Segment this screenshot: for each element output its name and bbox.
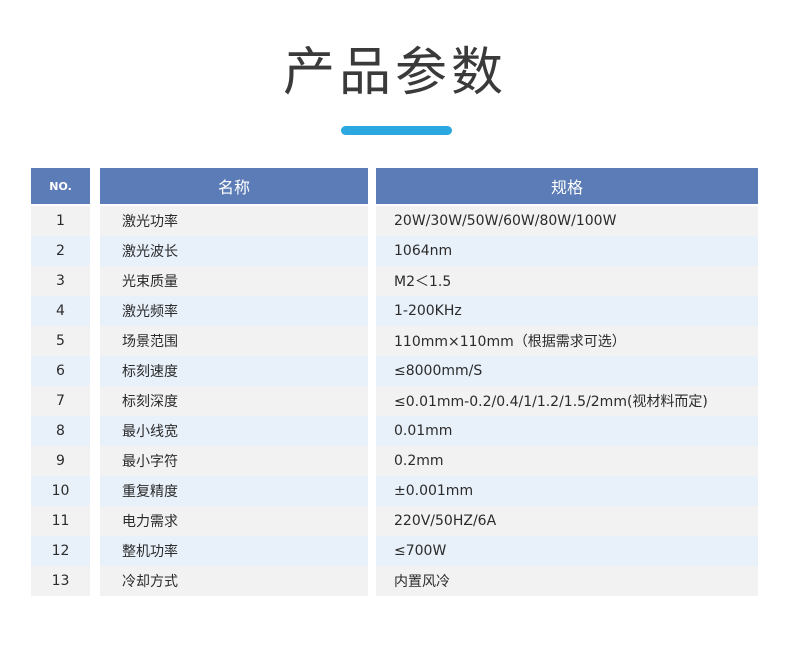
row-name-cell: 光束质量 [100,266,368,296]
spec-table: NO. 名称 规格 1 激光功率 20W/30W/50W/60W/80W/100W 2… [31,168,758,596]
row-no-cell: 2 [31,236,90,266]
table-row: 6 标刻速度 ≤8000mm/S [31,356,758,386]
row-spec-cell: 内置风冷 [376,566,758,596]
header-spec: 规格 [376,168,758,204]
row-no-cell: 8 [31,416,90,446]
table-row: 11 电力需求 220V/50HZ/6A [31,506,758,536]
row-no-cell: 11 [31,506,90,536]
table-header-row: NO. 名称 规格 [31,168,758,204]
row-name-cell: 最小字符 [100,446,368,476]
row-name-cell: 激光功率 [100,206,368,236]
row-no-cell: 10 [31,476,90,506]
header-name: 名称 [100,168,368,204]
table-body: 1 激光功率 20W/30W/50W/60W/80W/100W 2 激光波长 1064nm… [31,206,758,596]
row-spec-cell: ≤700W [376,536,758,566]
table-row: 2 激光波长 1064nm [31,236,758,266]
row-no-cell: 12 [31,536,90,566]
row-spec-cell: 1064nm [376,236,758,266]
row-no-cell: 6 [31,356,90,386]
row-name-cell: 整机功率 [100,536,368,566]
row-no-cell: 9 [31,446,90,476]
table-row: 13 冷却方式 内置风冷 [31,566,758,596]
row-name-cell: 电力需求 [100,506,368,536]
table-row: 5 场景范围 110mm×110mm（根据需求可选） [31,326,758,356]
table-row: 9 最小字符 0.2mm [31,446,758,476]
row-spec-cell: 110mm×110mm（根据需求可选） [376,326,758,356]
row-name-cell: 冷却方式 [100,566,368,596]
row-spec-cell: M2＜1.5 [376,266,758,296]
row-spec-cell: ≤8000mm/S [376,356,758,386]
row-name-cell: 标刻速度 [100,356,368,386]
row-name-cell: 激光频率 [100,296,368,326]
table-row: 10 重复精度 ±0.001mm [31,476,758,506]
row-spec-cell: ≤0.01mm-0.2/0.4/1/1.2/1.5/2mm(视材料而定) [376,386,758,416]
row-name-cell: 场景范围 [100,326,368,356]
row-spec-cell: 0.2mm [376,446,758,476]
row-no-cell: 4 [31,296,90,326]
row-name-cell: 最小线宽 [100,416,368,446]
row-spec-cell: 1-200KHz [376,296,758,326]
table-row: 1 激光功率 20W/30W/50W/60W/80W/100W [31,206,758,236]
row-no-cell: 13 [31,566,90,596]
row-spec-cell: ±0.001mm [376,476,758,506]
row-spec-cell: 220V/50HZ/6A [376,506,758,536]
row-no-cell: 1 [31,206,90,236]
row-spec-cell: 0.01mm [376,416,758,446]
table-row: 3 光束质量 M2＜1.5 [31,266,758,296]
row-no-cell: 5 [31,326,90,356]
table-row: 4 激光频率 1-200KHz [31,296,758,326]
row-spec-cell: 20W/30W/50W/60W/80W/100W [376,206,758,236]
row-name-cell: 激光波长 [100,236,368,266]
table-row: 7 标刻深度 ≤0.01mm-0.2/0.4/1/1.2/1.5/2mm(视材料而定… [31,386,758,416]
table-row: 8 最小线宽 0.01mm [31,416,758,446]
row-no-cell: 3 [31,266,90,296]
table-row: 12 整机功率 ≤700W [31,536,758,566]
row-name-cell: 标刻深度 [100,386,368,416]
row-no-cell: 7 [31,386,90,416]
title-underline-bar [341,126,452,135]
row-name-cell: 重复精度 [100,476,368,506]
page-title: 产品参数 [282,43,507,103]
header-no: NO. [31,168,90,204]
